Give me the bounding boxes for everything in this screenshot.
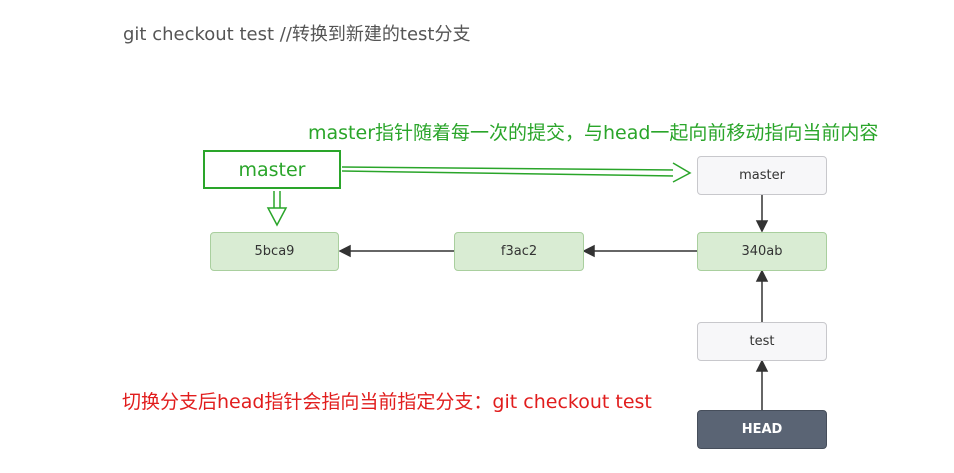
checkout-note: 切换分支后head指针会指向当前指定分支：git checkout test xyxy=(122,391,652,413)
commit-id: f3ac2 xyxy=(500,244,538,259)
branch-test-label: test xyxy=(749,334,775,349)
head-label: HEAD xyxy=(741,422,783,437)
commit-id: 5bca9 xyxy=(254,244,295,259)
commit-node-f3ac2: f3ac2 xyxy=(454,232,584,271)
green-arrow-to-commit xyxy=(266,191,288,227)
commit-arrows xyxy=(338,194,769,410)
branch-test-ref: test xyxy=(697,322,827,361)
commit-id: 340ab xyxy=(741,244,783,259)
head-pointer: HEAD xyxy=(697,410,827,449)
branch-master-ref: master xyxy=(697,156,827,195)
commit-node-5bca9: 5bca9 xyxy=(210,232,339,271)
branch-master-label: master xyxy=(739,168,785,183)
commit-node-340ab: 340ab xyxy=(697,232,827,271)
green-arrow-to-master-ref xyxy=(341,162,692,183)
